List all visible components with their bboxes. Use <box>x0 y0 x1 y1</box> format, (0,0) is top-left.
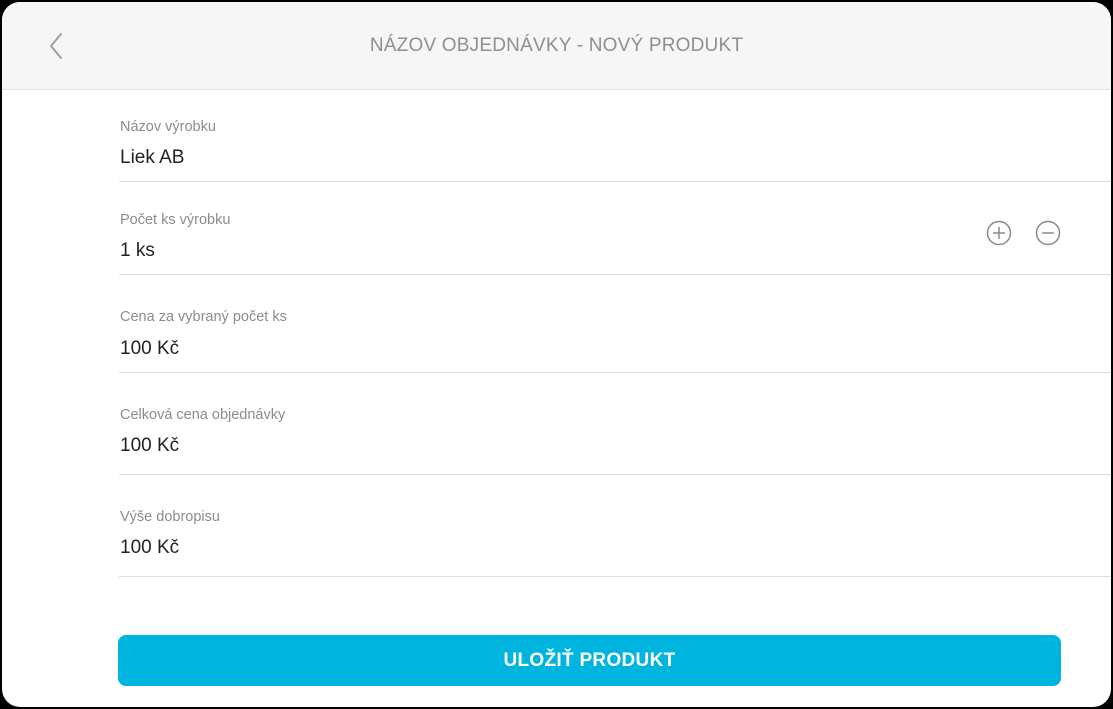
page-title: NÁZOV OBJEDNÁVKY - NOVÝ PRODUKT <box>369 35 744 56</box>
plus-circle-icon <box>986 220 1012 246</box>
top-bar: NÁZOV OBJEDNÁVKY - NOVÝ PRODUKT <box>2 2 1111 90</box>
price-selected-label: Cena za vybraný počet ks <box>120 309 287 325</box>
save-product-button[interactable]: ULOŽIŤ PRODUKT <box>118 635 1061 686</box>
app-window: NÁZOV OBJEDNÁVKY - NOVÝ PRODUKT Názov vý… <box>2 2 1111 707</box>
quantity-decrement-button[interactable] <box>1035 220 1061 246</box>
product-name-field[interactable]: Názov výrobku Liek AB <box>119 90 1111 182</box>
credit-note-value: 100 Kč <box>120 537 180 558</box>
price-selected-value: 100 Kč <box>120 338 180 359</box>
credit-note-label: Výše dobropisu <box>120 509 220 525</box>
order-total-label: Celková cena objednávky <box>120 407 286 423</box>
quantity-value: 1 ks <box>120 240 155 261</box>
credit-note-field: Výše dobropisu 100 Kč <box>119 475 1111 577</box>
quantity-field[interactable]: Počet ks výrobku 1 ks <box>119 182 1111 275</box>
minus-circle-icon <box>1035 220 1061 246</box>
order-total-value: 100 Kč <box>120 435 180 456</box>
quantity-increment-button[interactable] <box>986 220 1012 246</box>
price-selected-field: Cena za vybraný počet ks 100 Kč <box>119 275 1111 373</box>
product-name-label: Názov výrobku <box>120 119 216 135</box>
order-total-field: Celková cena objednávky 100 Kč <box>119 373 1111 475</box>
quantity-label: Počet ks výrobku <box>120 212 231 228</box>
product-name-value: Liek AB <box>120 147 185 168</box>
